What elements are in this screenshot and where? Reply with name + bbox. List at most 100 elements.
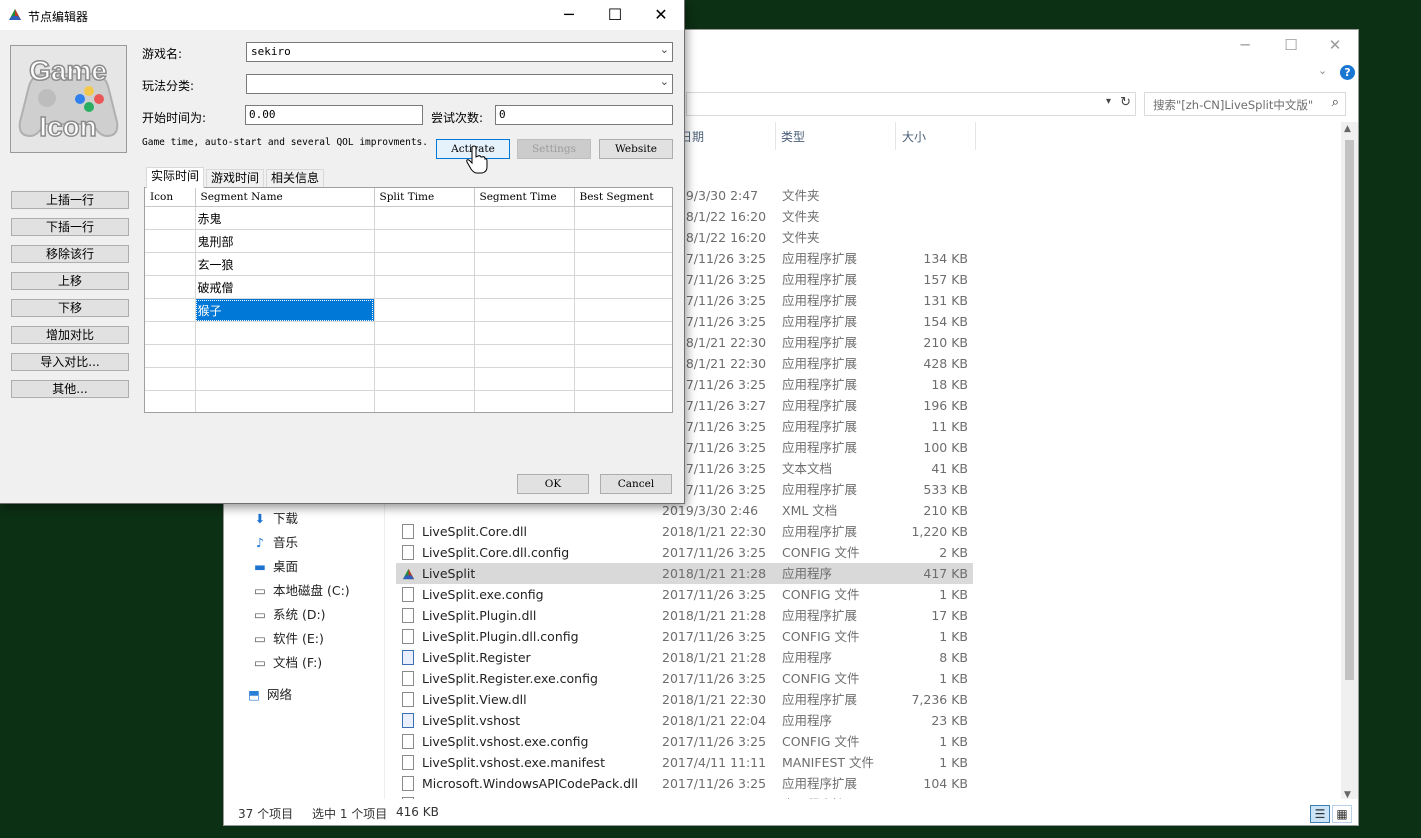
segment-time-cell[interactable] <box>374 344 475 368</box>
segment-time-cell[interactable] <box>474 252 575 276</box>
segment-row[interactable]: 猴子 <box>145 298 672 322</box>
segment-icon-cell[interactable] <box>145 252 196 276</box>
segment-time-cell[interactable] <box>374 275 475 299</box>
explorer-maximize-button[interactable]: ☐ <box>1268 34 1314 56</box>
ribbon-expand-chevron-icon[interactable]: ⌄ <box>1318 64 1327 77</box>
file-row[interactable]: Microsoft.WindowsAPICodePack.dll 2017/11/… <box>396 773 1196 794</box>
segment-name-cell[interactable] <box>195 390 375 412</box>
segment-time-cell[interactable] <box>374 229 475 253</box>
chevron-down-icon[interactable]: ⌄ <box>660 75 669 88</box>
segment-name-cell[interactable]: 赤鬼 <box>195 206 375 230</box>
segment-time-cell[interactable] <box>574 275 672 299</box>
segment-time-cell[interactable] <box>574 298 672 322</box>
move-down-button[interactable]: 下移 <box>11 299 129 317</box>
file-row[interactable]: LiveSplit.vshost.exe.manifest 2017/4/11 1… <box>396 752 1196 773</box>
other-button[interactable]: 其他... <box>11 380 129 398</box>
insert-below-button[interactable]: 下插一行 <box>11 218 129 236</box>
column-segment-name[interactable]: Segment Name <box>195 188 375 207</box>
column-divider[interactable] <box>775 122 776 150</box>
remove-row-button[interactable]: 移除该行 <box>11 245 129 263</box>
refresh-icon[interactable]: ↻ <box>1120 95 1131 110</box>
tab-game-time[interactable]: 游戏时间 <box>206 169 265 188</box>
details-view-icon[interactable]: ☰ <box>1310 805 1330 823</box>
segment-time-cell[interactable] <box>374 390 475 412</box>
file-row[interactable]: 2019/3/30 2:46 XML 文档 210 KB <box>396 500 1196 521</box>
address-bar[interactable]: ▾ ↻ <box>686 92 1136 116</box>
help-icon[interactable]: ? <box>1340 65 1355 80</box>
tab-info[interactable]: 相关信息 <box>266 169 325 188</box>
nav-item[interactable]: ⬒ 网络 <box>246 684 292 706</box>
nav-item[interactable]: ▭ 系统 (D:) <box>252 604 325 626</box>
segment-time-cell[interactable] <box>374 252 475 276</box>
file-row[interactable]: LiveSplit.Register.exe.config 2017/11/26 … <box>396 668 1196 689</box>
segment-time-cell[interactable] <box>474 321 575 345</box>
segment-time-cell[interactable] <box>474 367 575 391</box>
column-best-segment[interactable]: Best Segment <box>574 188 672 207</box>
file-row[interactable]: LiveSplit.Register 2018/1/21 21:28 应用程序 8 K… <box>396 647 1196 668</box>
ok-button[interactable]: OK <box>517 474 589 494</box>
import-comparison-button[interactable]: 导入对比... <box>11 353 129 371</box>
game-icon-image[interactable]: Game Icon <box>10 45 127 153</box>
insert-above-button[interactable]: 上插一行 <box>11 191 129 209</box>
segment-name-cell[interactable]: 猴子 <box>195 298 375 322</box>
scrollbar-thumb[interactable] <box>1345 140 1354 680</box>
scroll-up-icon[interactable]: ▲ <box>1344 124 1351 134</box>
file-row[interactable]: LiveSplit.vshost 2018/1/21 22:04 应用程序 23 KB <box>396 710 1196 731</box>
file-row[interactable]: LiveSplit.Plugin.dll 2018/1/21 21:28 应用程序扩… <box>396 605 1196 626</box>
column-segment-time[interactable]: Segment Time <box>474 188 575 207</box>
segment-name-cell[interactable] <box>195 344 375 368</box>
column-split-time[interactable]: Split Time <box>374 188 475 207</box>
segment-time-cell[interactable] <box>474 229 575 253</box>
segment-name-cell[interactable]: 鬼刑部 <box>195 229 375 253</box>
start-time-input[interactable]: 0.00 <box>245 105 423 125</box>
segment-time-cell[interactable] <box>374 298 475 322</box>
column-header-type[interactable]: 类型 <box>781 128 805 145</box>
segment-row[interactable] <box>145 390 672 412</box>
segment-icon-cell[interactable] <box>145 367 196 391</box>
segment-time-cell[interactable] <box>374 321 475 345</box>
column-header-size[interactable]: 大小 <box>902 128 926 145</box>
attempts-input[interactable]: 0 <box>495 105 673 125</box>
segment-row[interactable] <box>145 367 672 391</box>
settings-button[interactable]: Settings <box>517 139 591 159</box>
nav-item[interactable]: ▭ 本地磁盘 (C:) <box>252 580 350 602</box>
segment-icon-cell[interactable] <box>145 275 196 299</box>
editor-close-button[interactable]: ✕ <box>638 0 684 30</box>
move-up-button[interactable]: 上移 <box>11 272 129 290</box>
segment-time-cell[interactable] <box>474 206 575 230</box>
cancel-button[interactable]: Cancel <box>600 474 672 494</box>
segment-time-cell[interactable] <box>574 206 672 230</box>
file-row[interactable]: LiveSplit.View.dll 2018/1/21 22:30 应用程序扩展 7… <box>396 689 1196 710</box>
nav-item[interactable]: ⬇ 下载 <box>252 508 298 530</box>
game-name-combobox[interactable]: sekiro ⌄ <box>246 42 673 62</box>
column-icon[interactable]: Icon <box>145 188 196 207</box>
nav-item[interactable]: ♪ 音乐 <box>252 532 298 554</box>
segment-row[interactable]: 玄一狼 <box>145 252 672 276</box>
file-row[interactable]: LiveSplit.Core.dll 2018/1/21 22:30 应用程序扩展 1… <box>396 521 1196 542</box>
segment-time-cell[interactable] <box>574 321 672 345</box>
segment-time-cell[interactable] <box>574 252 672 276</box>
segment-row[interactable] <box>145 344 672 368</box>
add-comparison-button[interactable]: 增加对比 <box>11 326 129 344</box>
segment-icon-cell[interactable] <box>145 344 196 368</box>
segment-time-cell[interactable] <box>474 275 575 299</box>
large-icons-view-icon[interactable]: ▦ <box>1332 805 1352 823</box>
tab-real-time[interactable]: 实际时间 <box>146 167 205 188</box>
nav-item[interactable]: ▭ 软件 (E:) <box>252 628 324 650</box>
segment-time-cell[interactable] <box>574 344 672 368</box>
segment-time-cell[interactable] <box>574 390 672 412</box>
file-list-scrollbar[interactable]: ▲ ▼ <box>1341 122 1358 802</box>
search-box[interactable]: 搜索"[zh-CN]LiveSplit中文版" ⌕ <box>1144 92 1346 116</box>
website-button[interactable]: Website <box>599 139 673 159</box>
nav-item[interactable]: ▬ 桌面 <box>252 556 298 578</box>
segment-time-cell[interactable] <box>474 298 575 322</box>
column-divider[interactable] <box>895 122 896 150</box>
file-row[interactable]: LiveSplit 2018/1/21 21:28 应用程序 417 KB <box>396 563 973 584</box>
file-row[interactable]: LiveSplit.vshost.exe.config 2017/11/26 3:… <box>396 731 1196 752</box>
editor-maximize-button[interactable]: ☐ <box>592 0 638 30</box>
segment-time-cell[interactable] <box>474 390 575 412</box>
segment-row[interactable]: 破戒僧 <box>145 275 672 299</box>
segment-time-cell[interactable] <box>474 344 575 368</box>
segment-time-cell[interactable] <box>574 229 672 253</box>
category-combobox[interactable]: ⌄ <box>246 74 673 94</box>
